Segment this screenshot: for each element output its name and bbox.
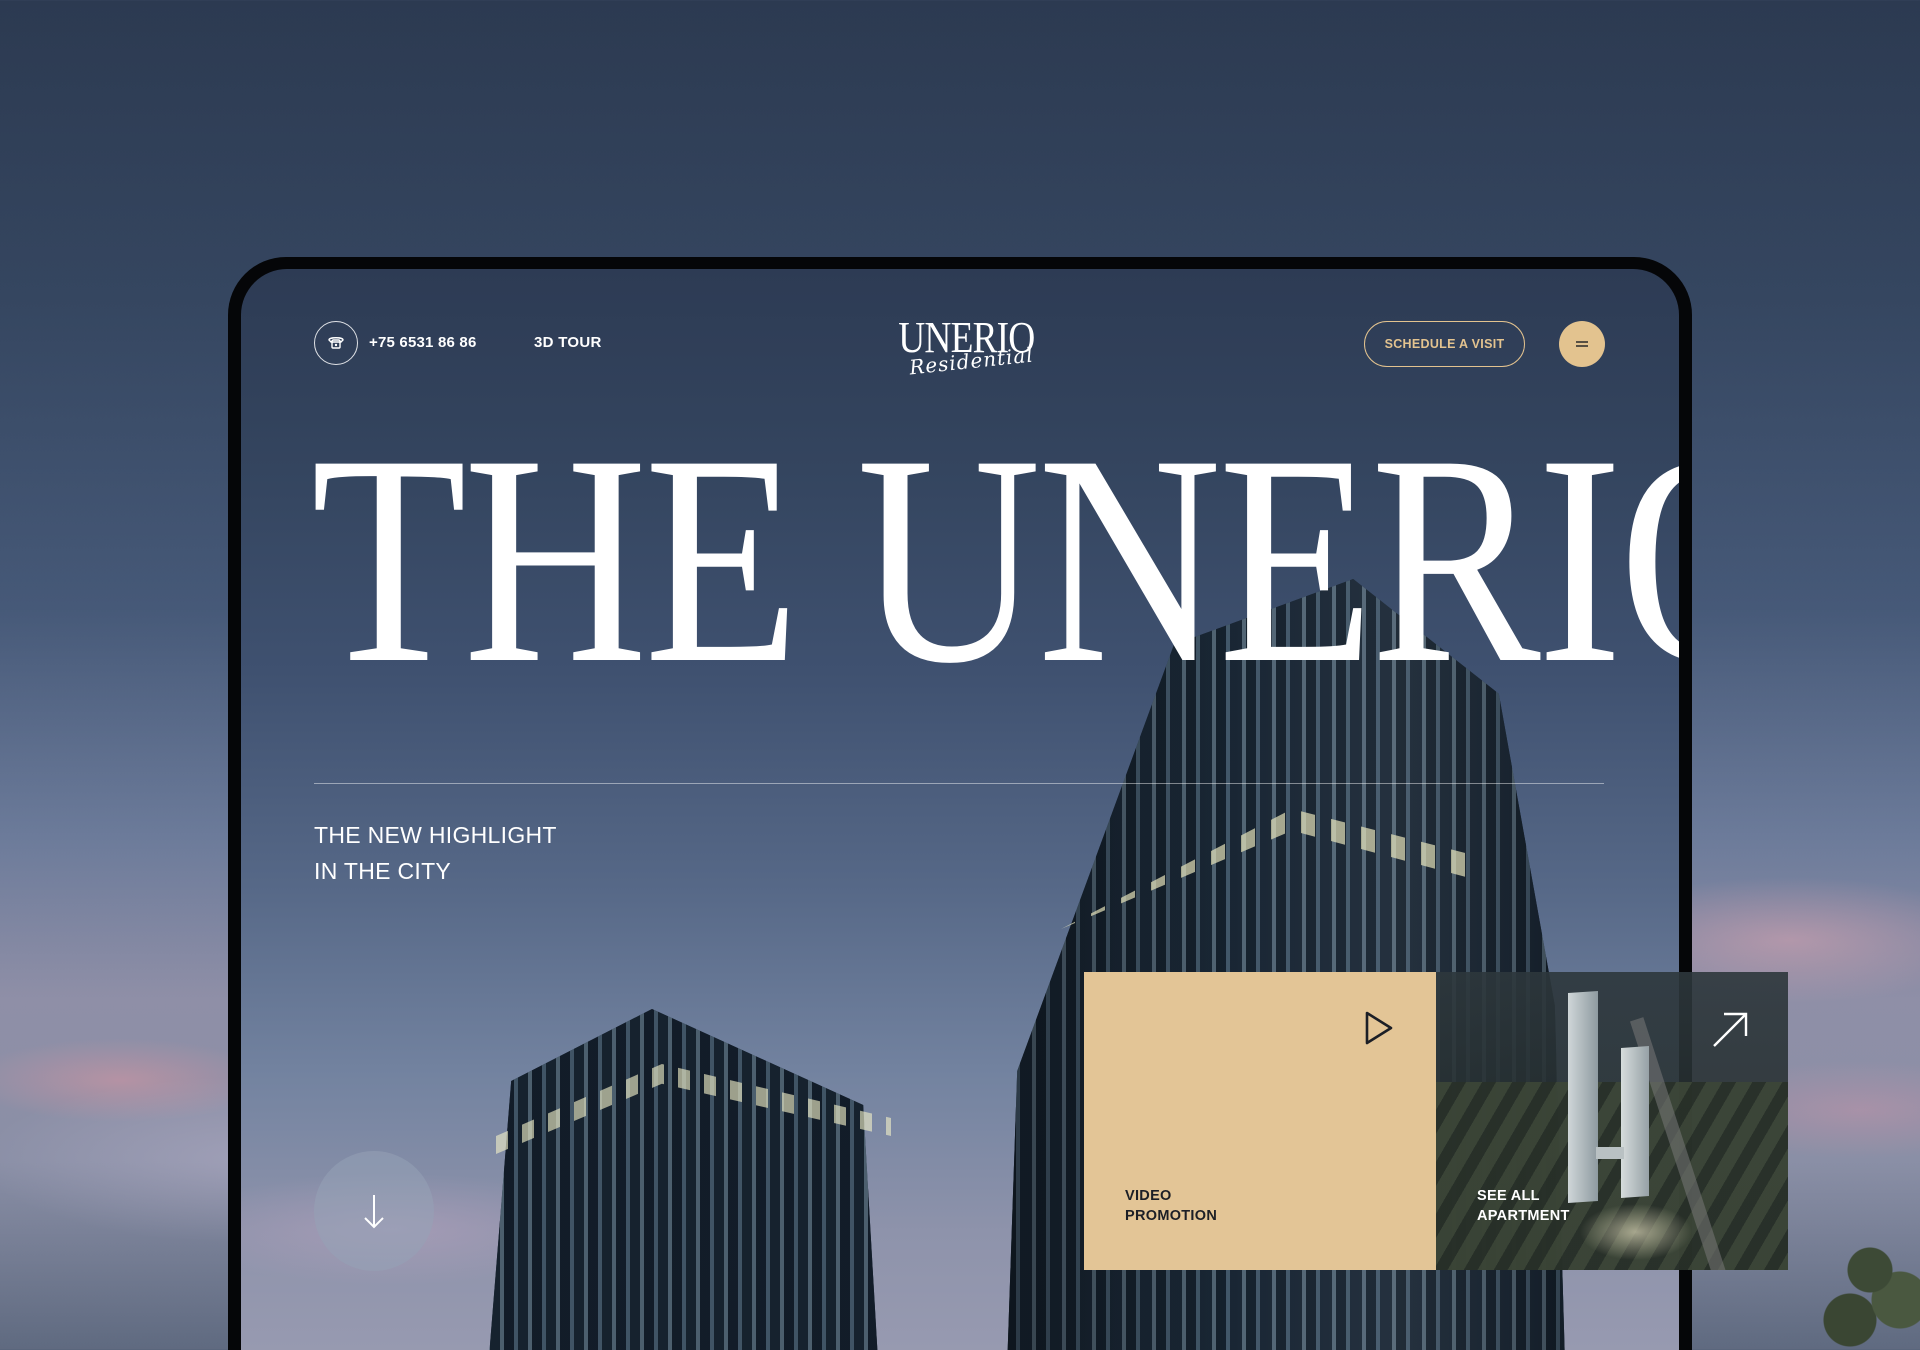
video-label-line-2: PROMOTION	[1125, 1208, 1218, 1224]
background-tree	[1810, 1230, 1920, 1350]
phone-icon	[328, 337, 344, 349]
apartment-image-tower	[1568, 990, 1598, 1204]
scroll-down-button[interactable]	[314, 1151, 434, 1271]
phone-button[interactable]	[314, 321, 358, 365]
see-all-apartment-card[interactable]: SEE ALL APARTMENT	[1436, 972, 1788, 1270]
hero-subtitle: THE NEW HIGHLIGHT IN THE CITY	[314, 817, 557, 889]
promo-cards: VIDEO PROMOTION SEE ALL APARTMENT	[1084, 972, 1788, 1270]
site-logo[interactable]: UNERIO Residential	[887, 316, 1037, 386]
hamburger-menu-icon	[1576, 341, 1588, 347]
arrow-down-icon	[364, 1195, 384, 1229]
see-all-apartment-label: SEE ALL APARTMENT	[1477, 1186, 1570, 1226]
video-promotion-card[interactable]: VIDEO PROMOTION	[1084, 972, 1436, 1270]
site-header: +75 6531 86 86 3D TOUR UNERIO Residentia…	[314, 316, 1605, 379]
video-promotion-label: VIDEO PROMOTION	[1125, 1186, 1217, 1226]
hero-subtitle-line-1: THE NEW HIGHLIGHT	[314, 822, 557, 848]
schedule-visit-label: SCHEDULE A VISIT	[1384, 337, 1505, 351]
apartment-image-ground	[1436, 1082, 1788, 1270]
apartment-image-bridge	[1596, 1147, 1624, 1159]
3d-tour-link[interactable]: 3D TOUR	[534, 334, 602, 351]
phone-number-link[interactable]: +75 6531 86 86	[369, 334, 477, 351]
hero-subtitle-line-2: IN THE CITY	[314, 858, 452, 884]
play-icon	[1365, 1011, 1393, 1045]
menu-button[interactable]	[1559, 321, 1605, 367]
schedule-visit-button[interactable]: SCHEDULE A VISIT	[1364, 321, 1525, 367]
video-label-line-1: VIDEO	[1125, 1188, 1172, 1204]
arrow-up-right-icon	[1713, 1012, 1748, 1047]
apartment-label-line-1: SEE ALL	[1477, 1188, 1540, 1204]
apartment-label-line-2: APARTMENT	[1477, 1208, 1570, 1224]
hero-title: THE UNERIO	[311, 393, 1679, 725]
apartment-image-tower	[1621, 1046, 1649, 1198]
hero-divider	[314, 783, 1604, 784]
